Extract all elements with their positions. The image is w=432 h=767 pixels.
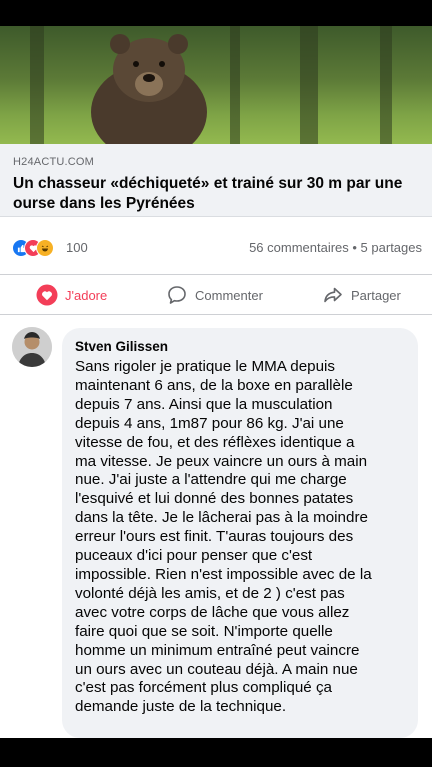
comment-label: Commenter bbox=[195, 287, 263, 303]
tree-decoration bbox=[300, 26, 318, 144]
share-icon bbox=[322, 284, 344, 306]
top-black-bar bbox=[0, 0, 432, 26]
facebook-post-card: H24ACTU.COM Un chasseur «déchiqueté» et … bbox=[0, 144, 432, 738]
bottom-black-bar bbox=[0, 738, 432, 767]
share-button[interactable]: Partager bbox=[322, 284, 401, 306]
comment-bubble: Stven Gilissen Sans rigoler je pratique … bbox=[62, 328, 418, 738]
share-label: Partager bbox=[351, 287, 401, 303]
reactions-summary: 100 56 commentaires • 5 partages bbox=[0, 216, 432, 275]
comment: Stven Gilissen Sans rigoler je pratique … bbox=[0, 314, 432, 738]
comment-author[interactable]: Stven Gilissen bbox=[75, 339, 168, 354]
bear-photo bbox=[91, 34, 207, 144]
tree-decoration bbox=[30, 26, 44, 144]
post-actions-bar: J'adore Commenter Partager bbox=[0, 274, 432, 315]
tree-decoration bbox=[230, 26, 240, 144]
tree-decoration bbox=[380, 26, 392, 144]
link-domain: H24ACTU.COM bbox=[13, 156, 95, 168]
haha-icon bbox=[36, 239, 54, 257]
reaction-count[interactable]: 100 bbox=[66, 240, 88, 255]
avatar[interactable] bbox=[12, 327, 52, 367]
comment-text: Sans rigoler je pratique le MMA depuis m… bbox=[75, 358, 372, 716]
comment-button[interactable]: Commenter bbox=[166, 284, 263, 306]
link-headline[interactable]: Un chasseur «déchiqueté» et trainé sur 3… bbox=[13, 174, 423, 214]
comments-shares-count[interactable]: 56 commentaires • 5 partages bbox=[249, 240, 422, 255]
love-reaction-icon bbox=[36, 284, 58, 306]
love-reaction-label: J'adore bbox=[65, 287, 108, 303]
comment-icon bbox=[166, 284, 188, 306]
link-preview-image[interactable] bbox=[0, 26, 432, 144]
love-reaction-button[interactable]: J'adore bbox=[36, 284, 107, 306]
link-preview[interactable]: H24ACTU.COM Un chasseur «déchiqueté» et … bbox=[0, 144, 432, 217]
reaction-icons[interactable] bbox=[12, 239, 60, 257]
